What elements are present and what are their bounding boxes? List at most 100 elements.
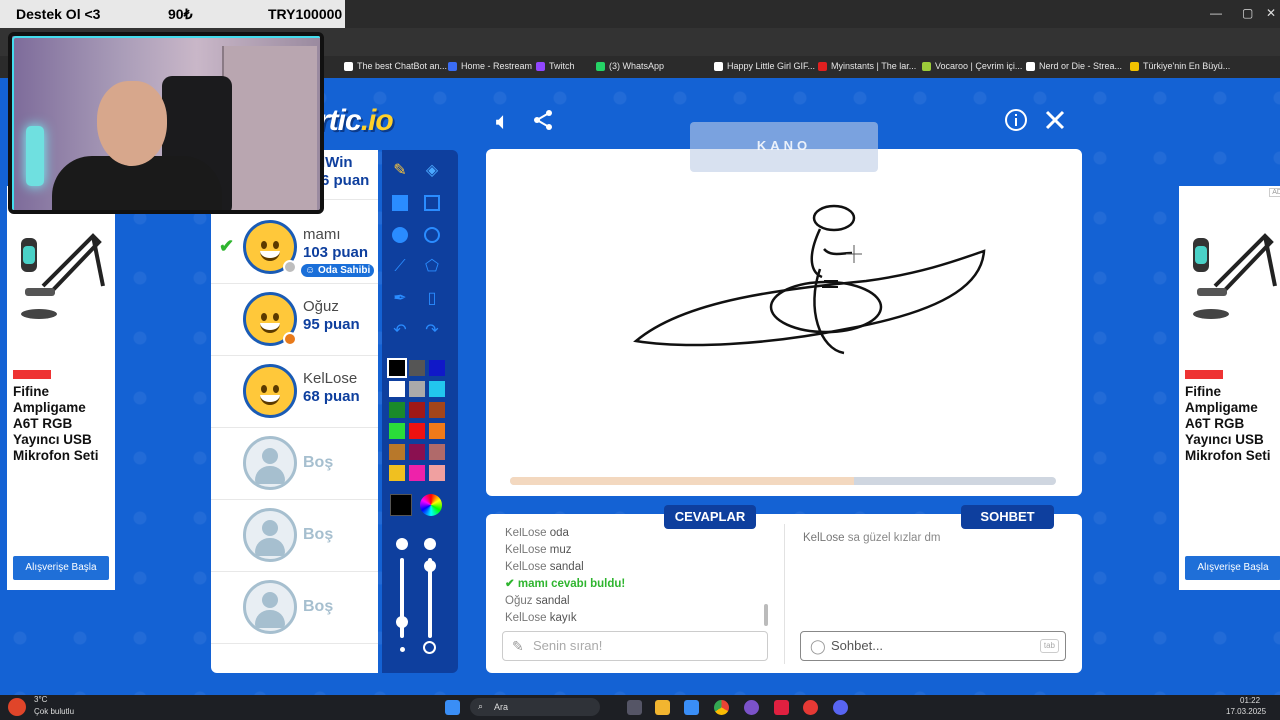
redo-icon[interactable]: ↷ <box>421 320 443 342</box>
color-swatch[interactable] <box>389 444 405 460</box>
clock-date: 17.03.2025 <box>1226 707 1267 716</box>
empty-player-slot[interactable]: Boş <box>211 500 378 572</box>
bookmark-item[interactable]: Nerd or Die - Strea... <box>1026 61 1122 71</box>
color-swatch[interactable] <box>429 465 445 481</box>
chrome-icon[interactable] <box>714 700 729 715</box>
ad-left[interactable]: Fifine Ampligame A6T RGB Yayıncı USB Mik… <box>7 186 115 590</box>
bookmark-label: Twitch <box>549 61 575 71</box>
app2-icon[interactable] <box>803 700 818 715</box>
minimize-icon[interactable]: — <box>1210 6 1222 20</box>
color-swatch[interactable] <box>409 444 425 460</box>
info-icon[interactable] <box>1002 108 1030 136</box>
store-icon[interactable] <box>684 700 699 715</box>
color-swatch[interactable] <box>389 381 405 397</box>
drawing-canvas[interactable] <box>486 149 1082 496</box>
rect-outline-icon[interactable] <box>421 192 443 214</box>
answers-list: KelLose oda KelLose muz KelLose sandal ✔ ma… <box>505 528 765 628</box>
fill-bucket-icon[interactable]: ◈ <box>421 160 443 182</box>
search-icon: ⌕ <box>478 701 484 711</box>
bookmark-favicon-icon <box>596 61 605 71</box>
color-swatch[interactable] <box>409 402 425 418</box>
answer-item: KelLose kayık <box>505 612 577 624</box>
color-swatch[interactable] <box>389 465 405 481</box>
color-swatch[interactable] <box>409 465 425 481</box>
task-view-icon[interactable] <box>627 700 642 715</box>
brush-size-handle[interactable] <box>396 616 408 628</box>
clear-page-icon[interactable]: ▯ <box>421 288 443 310</box>
tab-chat[interactable]: SOHBET <box>961 505 1054 529</box>
weather-desc: Çok bulutlu <box>34 707 75 716</box>
color-swatch[interactable] <box>429 381 445 397</box>
player-points: 95 puan <box>303 316 360 333</box>
color-swatch[interactable] <box>409 381 425 397</box>
bookmark-item[interactable]: Türkiye'nin En Büyü... <box>1130 61 1230 71</box>
pencil-icon[interactable]: ✎ <box>389 160 411 182</box>
maximize-icon[interactable]: ▢ <box>1242 6 1253 20</box>
answer-placeholder: Senin sıran! <box>533 638 603 653</box>
answer-input[interactable]: ✎ Senin sıran! <box>502 631 768 661</box>
color-swatch[interactable] <box>429 360 445 376</box>
donate-label: Destek Ol <3 <box>16 6 101 22</box>
app-icon[interactable] <box>744 700 759 715</box>
file-explorer-icon[interactable] <box>655 700 670 715</box>
bookmark-item[interactable]: Myinstants | The lar... <box>818 61 916 71</box>
player-row[interactable]: mamı 103 puan ✔ ☺ Oda Sahibi <box>211 212 378 284</box>
player-row[interactable]: KelLose 68 puan <box>211 356 378 428</box>
filled-rect-icon[interactable] <box>389 192 411 214</box>
start-icon[interactable] <box>445 700 460 715</box>
bookmark-item[interactable]: The best ChatBot an... <box>344 61 447 71</box>
color-swatch[interactable] <box>429 402 445 418</box>
answer-item: Oğuz sandal <box>505 595 570 607</box>
color-swatch[interactable] <box>429 423 445 439</box>
bookmark-label: The best ChatBot an... <box>357 61 448 71</box>
bookmark-label: Myinstants | The lar... <box>831 61 917 71</box>
opacity-handle[interactable] <box>424 560 436 572</box>
filled-circle-icon[interactable] <box>389 224 411 246</box>
player-name: lWin <box>321 154 353 171</box>
discord-icon[interactable] <box>833 700 848 715</box>
eraser-icon[interactable]: ⬠ <box>421 256 443 278</box>
shop-button[interactable]: Alışverişe Başla <box>13 556 109 580</box>
circle-outline-icon[interactable] <box>421 224 443 246</box>
eyedropper-icon[interactable]: ✒ <box>389 288 411 310</box>
round-timer-bar <box>510 477 1056 485</box>
chat-list: KelLose sa güzel kızlar dm <box>803 532 940 544</box>
round-timer-fill <box>510 477 854 485</box>
chat-input[interactable]: ◯ Sohbet... tab <box>800 631 1066 661</box>
bookmark-item[interactable]: Happy Little Girl GIF... <box>714 61 815 71</box>
drawing-strokes <box>633 204 986 355</box>
color-swatch[interactable] <box>409 423 425 439</box>
answers-scrollbar[interactable] <box>764 604 768 626</box>
color-picker-icon[interactable] <box>420 494 442 516</box>
bookmark-item[interactable]: Home - Restream <box>448 61 532 71</box>
undo-icon[interactable]: ↶ <box>389 320 411 342</box>
min-size-dot <box>400 647 405 652</box>
status-dot <box>283 260 297 274</box>
sound-icon[interactable]: 🔈︎ <box>489 108 517 136</box>
bookmark-label: Home - Restream <box>461 61 533 71</box>
empty-player-slot[interactable]: Boş <box>211 428 378 500</box>
color-swatch[interactable] <box>409 360 425 376</box>
player-name: Boş <box>303 526 334 543</box>
bookmark-item[interactable]: Twitch <box>536 61 575 71</box>
bookmark-item[interactable]: (3) WhatsApp <box>596 61 664 71</box>
taskbar-search[interactable]: ⌕ Ara <box>470 698 600 716</box>
close-window-icon[interactable]: ✕ <box>1266 6 1276 20</box>
color-swatch[interactable] <box>389 423 405 439</box>
tab-answers[interactable]: CEVAPLAR <box>664 505 756 529</box>
close-game-icon[interactable] <box>1041 108 1069 136</box>
player-row[interactable]: Oğuz 95 puan <box>211 284 378 356</box>
chat-message: KelLose sa güzel kızlar dm <box>803 532 941 544</box>
obs-icon[interactable] <box>774 700 789 715</box>
bookmark-item[interactable]: Vocaroo | Çevrim içi... <box>922 61 1022 71</box>
line-tool-icon[interactable]: ⟋ <box>389 256 411 278</box>
bookmark-label: Türkiye'nin En Büyü... <box>1143 61 1231 71</box>
ad-right[interactable]: AD Fifine Ampligame A6T RGB Yayıncı USB … <box>1179 186 1280 590</box>
share-icon[interactable] <box>529 108 557 136</box>
color-swatch[interactable] <box>387 358 407 378</box>
weather-icon <box>8 698 26 716</box>
color-swatch[interactable] <box>389 402 405 418</box>
color-swatch[interactable] <box>429 444 445 460</box>
empty-player-slot[interactable]: Boş <box>211 572 378 644</box>
shop-button[interactable]: Alışverişe Başla <box>1185 556 1280 580</box>
